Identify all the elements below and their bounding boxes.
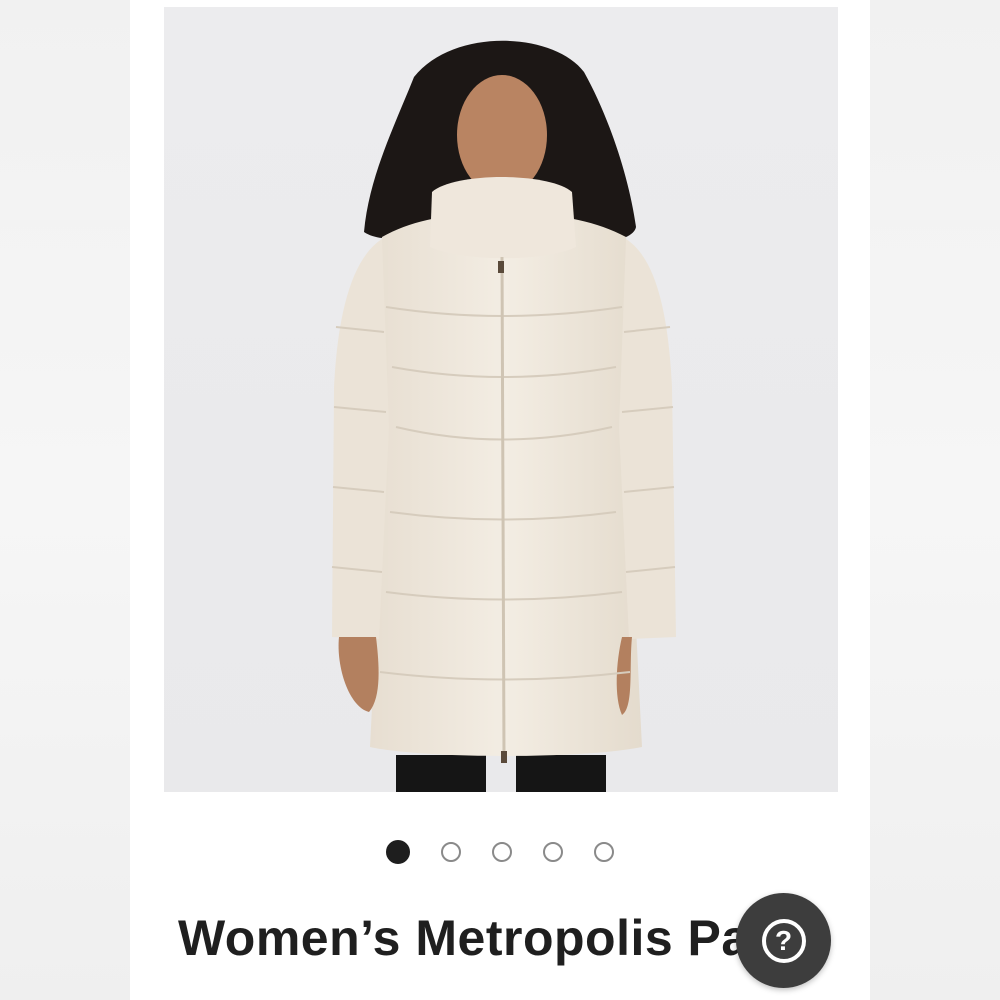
product-photo-illustration	[164, 7, 838, 792]
product-image[interactable]	[164, 7, 838, 792]
carousel-dot-4[interactable]	[543, 842, 563, 862]
blurred-background-right	[870, 0, 1000, 1000]
blurred-background-left	[0, 0, 130, 1000]
carousel-dot-2[interactable]	[441, 842, 461, 862]
carousel-indicator	[130, 838, 870, 866]
screenshot-frame: Women’s Metropolis Parka ?	[0, 0, 1000, 1000]
product-title: Women’s Metropolis Parka	[178, 910, 827, 966]
help-button[interactable]: ?	[736, 893, 831, 988]
carousel-dot-1[interactable]	[386, 840, 410, 864]
question-mark-icon: ?	[761, 918, 806, 963]
product-card: Women’s Metropolis Parka	[130, 0, 870, 1000]
carousel-dot-3[interactable]	[492, 842, 512, 862]
carousel-dot-5[interactable]	[594, 842, 614, 862]
